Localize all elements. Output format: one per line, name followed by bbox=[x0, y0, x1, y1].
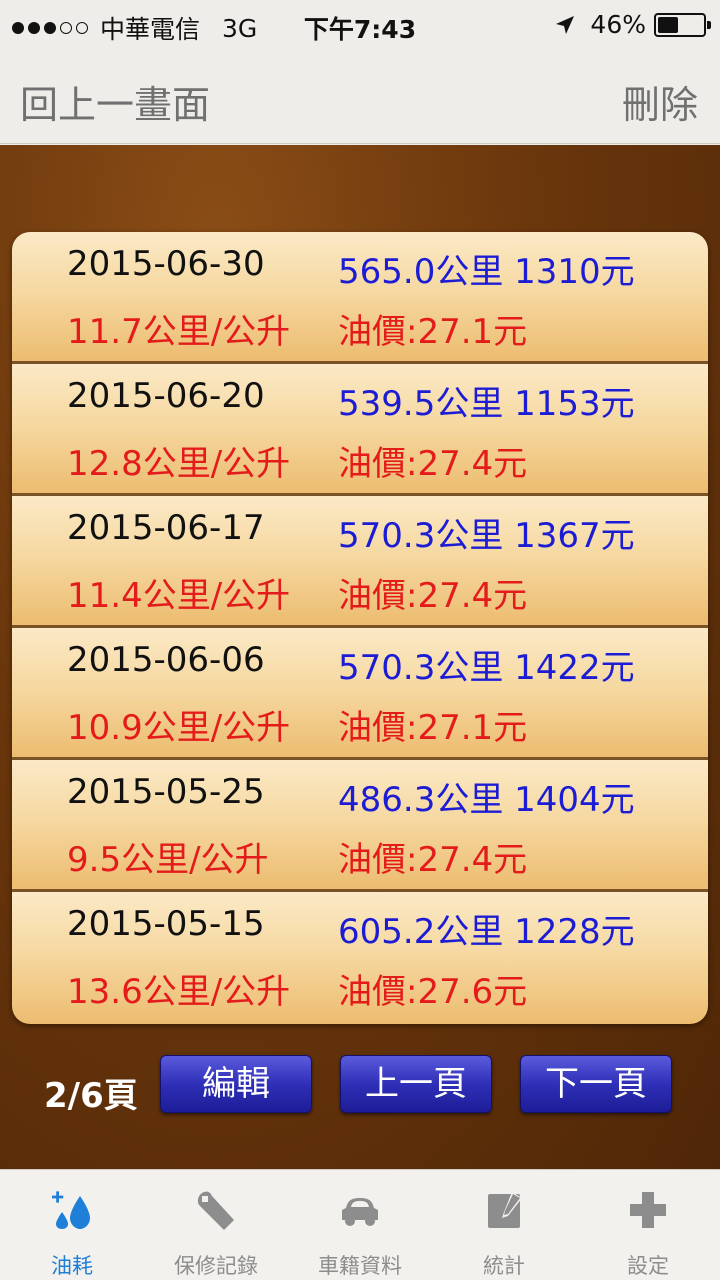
record-distance-cost: 605.2公里 1228元 bbox=[338, 912, 635, 952]
table-row[interactable]: 2015-06-20 539.5公里 1153元 12.8公里/公升 油價:27… bbox=[12, 364, 708, 496]
tab-statistics[interactable]: 統計 bbox=[432, 1170, 576, 1280]
delete-button[interactable]: 刪除 bbox=[622, 74, 698, 129]
wrench-icon bbox=[197, 1191, 234, 1230]
record-fuel-price: 油價:27.4元 bbox=[338, 444, 528, 484]
back-button[interactable]: 回上一畫面 bbox=[20, 74, 210, 129]
tab-fuel[interactable]: 油耗 bbox=[0, 1170, 144, 1280]
record-fuel-economy: 12.8公里/公升 bbox=[67, 444, 291, 484]
record-distance-cost: 570.3公里 1422元 bbox=[338, 648, 635, 688]
record-fuel-price: 油價:27.4元 bbox=[338, 840, 528, 880]
page-indicator: 2/6頁 bbox=[44, 1076, 138, 1116]
content-area: 2015-06-30 565.0公里 1310元 11.7公里/公升 油價:27… bbox=[0, 145, 720, 1169]
record-date: 2015-06-06 bbox=[67, 640, 265, 680]
record-distance-cost: 570.3公里 1367元 bbox=[338, 516, 635, 556]
tab-bar: 油耗 保修記錄 車籍資料 統計 設定 bbox=[0, 1169, 720, 1280]
battery-icon bbox=[654, 12, 711, 37]
notepad-icon bbox=[488, 1192, 522, 1228]
record-fuel-economy: 13.6公里/公升 bbox=[67, 972, 291, 1012]
record-fuel-economy: 11.4公里/公升 bbox=[67, 576, 291, 616]
location-arrow-icon bbox=[556, 15, 575, 34]
record-fuel-price: 油價:27.1元 bbox=[338, 708, 528, 748]
previous-page-button[interactable]: 上一頁 bbox=[340, 1055, 492, 1113]
fuel-record-list: 2015-06-30 565.0公里 1310元 11.7公里/公升 油價:27… bbox=[12, 232, 708, 1024]
status-right: 46% bbox=[554, 10, 711, 39]
record-date: 2015-06-30 bbox=[67, 244, 265, 284]
table-row[interactable]: 2015-06-17 570.3公里 1367元 11.4公里/公升 油價:27… bbox=[12, 496, 708, 628]
record-date: 2015-06-20 bbox=[67, 376, 265, 416]
record-fuel-economy: 10.9公里/公升 bbox=[67, 708, 291, 748]
table-row[interactable]: 2015-05-15 605.2公里 1228元 13.6公里/公升 油價:27… bbox=[12, 892, 708, 1024]
record-fuel-price: 油價:27.6元 bbox=[338, 972, 528, 1012]
record-fuel-economy: 11.7公里/公升 bbox=[67, 312, 291, 352]
table-row[interactable]: 2015-06-30 565.0公里 1310元 11.7公里/公升 油價:27… bbox=[12, 232, 708, 364]
tab-label: 設定 bbox=[627, 1254, 669, 1278]
table-row[interactable]: 2015-05-25 486.3公里 1404元 9.5公里/公升 油價:27.… bbox=[12, 760, 708, 892]
tab-label: 油耗 bbox=[51, 1254, 93, 1278]
tab-label: 統計 bbox=[483, 1254, 525, 1278]
status-bar: 中華電信 3G 下午7:43 46% bbox=[0, 0, 720, 50]
battery-fill bbox=[658, 16, 678, 33]
tab-vehicle[interactable]: 車籍資料 bbox=[288, 1170, 432, 1280]
record-distance-cost: 539.5公里 1153元 bbox=[338, 384, 635, 424]
tab-label: 車籍資料 bbox=[318, 1254, 402, 1278]
record-date: 2015-06-17 bbox=[67, 508, 265, 548]
tab-maintenance[interactable]: 保修記錄 bbox=[144, 1170, 288, 1280]
next-page-button[interactable]: 下一頁 bbox=[520, 1055, 672, 1113]
table-row[interactable]: 2015-06-06 570.3公里 1422元 10.9公里/公升 油價:27… bbox=[12, 628, 708, 760]
edit-button[interactable]: 編輯 bbox=[160, 1055, 312, 1113]
record-fuel-price: 油價:27.4元 bbox=[338, 576, 528, 616]
battery-percent: 46% bbox=[590, 10, 646, 39]
record-date: 2015-05-15 bbox=[67, 904, 265, 944]
fuel-drop-icon bbox=[52, 1191, 90, 1229]
record-fuel-price: 油價:27.1元 bbox=[338, 312, 528, 352]
record-fuel-economy: 9.5公里/公升 bbox=[67, 840, 269, 880]
plus-icon bbox=[630, 1192, 666, 1228]
navigation-bar: 回上一畫面 刪除 bbox=[0, 50, 720, 144]
record-date: 2015-05-25 bbox=[67, 772, 265, 812]
car-icon bbox=[342, 1198, 378, 1226]
tab-settings[interactable]: 設定 bbox=[576, 1170, 720, 1280]
tab-label: 保修記錄 bbox=[174, 1254, 258, 1278]
pager: 2/6頁 編輯 上一頁 下一頁 bbox=[0, 1048, 720, 1118]
record-distance-cost: 565.0公里 1310元 bbox=[338, 252, 635, 292]
record-distance-cost: 486.3公里 1404元 bbox=[338, 780, 635, 820]
